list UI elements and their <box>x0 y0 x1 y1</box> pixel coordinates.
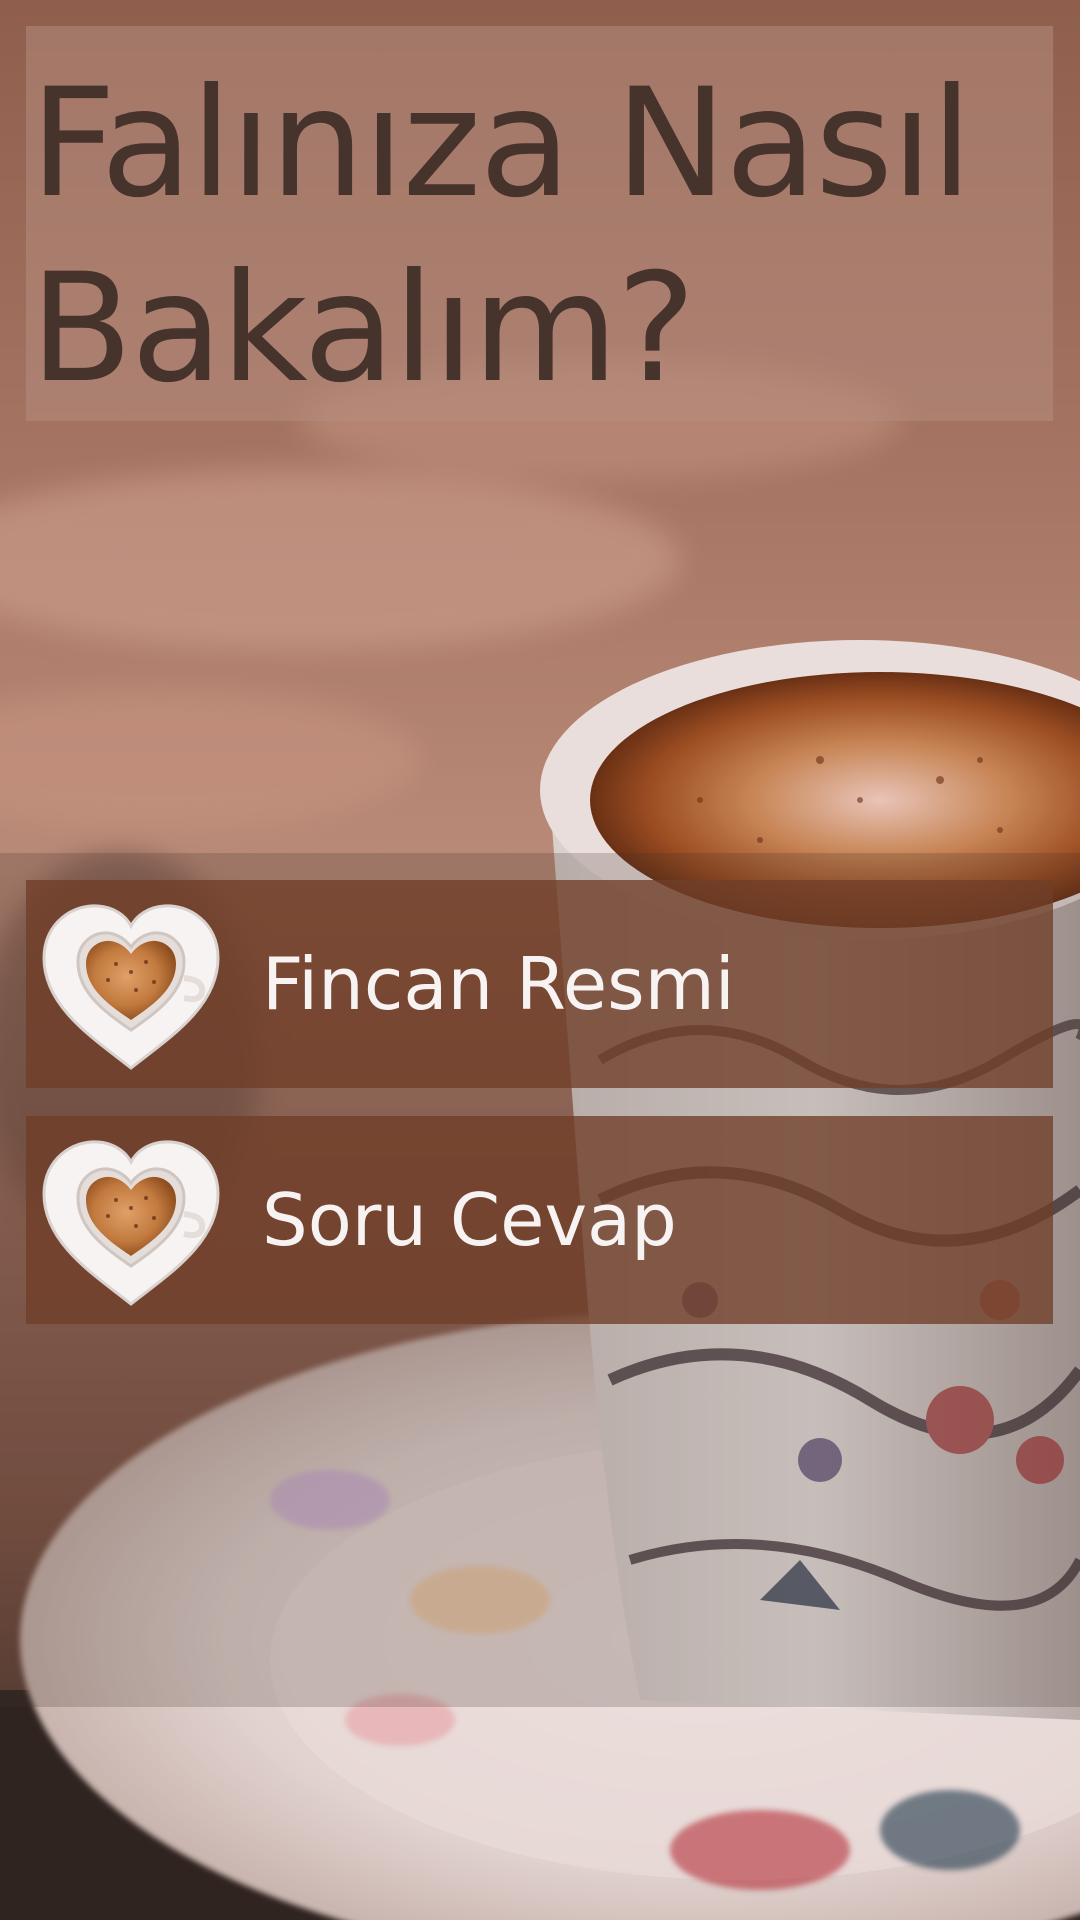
heart-coffee-cup-icon <box>42 904 220 1070</box>
menu-item-soru-cevap[interactable]: Soru Cevap <box>26 1116 1053 1324</box>
menu-item-label: Fincan Resmi <box>262 942 735 1026</box>
heart-coffee-cup-icon <box>42 1140 220 1306</box>
menu-item-label: Soru Cevap <box>262 1178 677 1262</box>
page-title: Falınıza Nasıl Bakalım? <box>30 57 972 416</box>
app-screen: Falınıza Nasıl Bakalım? Fincan Resmi Sor… <box>0 0 1080 1920</box>
menu-item-fincan-resmi[interactable]: Fincan Resmi <box>26 880 1053 1088</box>
